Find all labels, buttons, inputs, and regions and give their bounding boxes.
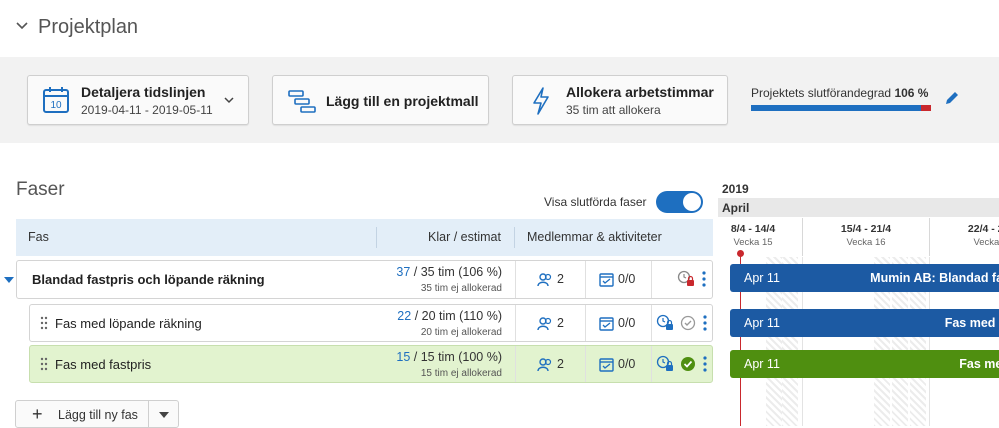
gantt-bar[interactable]: Apr 11 Mumin AB: Blandad fas <box>730 264 999 292</box>
completion-overrun <box>921 105 931 111</box>
phase-done: 37 <box>396 265 411 279</box>
show-completed-label: Visa slutförda faser <box>544 195 647 209</box>
page-header: Projektplan <box>0 0 999 57</box>
phase-name: Fas med fastpris <box>55 357 152 372</box>
phase-unallocated: 15 tim ej allokerad <box>420 368 502 379</box>
phase-estimate: / 20 tim (110 %) <box>414 309 502 323</box>
timeline-button[interactable]: 10 Detaljera tidslinjen 2019-04-11 - 201… <box>27 75 249 125</box>
activities-count: 0/0 <box>618 272 636 286</box>
add-template-button[interactable]: Lägg till en projektmall <box>272 75 489 125</box>
phases-title: Faser <box>16 179 65 200</box>
show-completed-toggle[interactable] <box>656 191 703 213</box>
phase-estimate: / 15 tim (100 %) <box>413 350 502 364</box>
completion-value: 106 % <box>894 86 929 100</box>
activities-calendar-icon <box>599 273 614 287</box>
calendar-icon: 10 <box>43 87 69 113</box>
phase-done: 15 <box>396 350 411 364</box>
locked-clock-icon[interactable] <box>656 355 674 373</box>
gantt-template-icon <box>288 90 316 113</box>
gantt-bar[interactable]: Apr 11 Fas med lö <box>730 309 999 337</box>
chevron-down-icon[interactable] <box>14 18 30 34</box>
pencil-icon[interactable] <box>944 90 960 106</box>
chevron-down-icon <box>224 97 234 104</box>
activities-count: 0/0 <box>618 357 636 371</box>
gantt-chart: 2019 April 8/4 - 14/4 Vecka 15 15/4 - 21… <box>718 178 999 426</box>
add-template-label: Lägg till en projektmall <box>326 93 479 109</box>
toggle-knob <box>683 193 701 211</box>
gantt-week: 15/4 - 21/4 Vecka 16 <box>803 218 930 256</box>
check-circle-filled-icon[interactable] <box>680 356 696 372</box>
gantt-year: 2019 <box>722 182 749 196</box>
svg-text:10: 10 <box>50 100 62 111</box>
plus-icon: + <box>32 404 43 424</box>
members-icon <box>537 317 552 331</box>
col-members: Medlemmar & aktiviteter <box>527 230 662 244</box>
allocate-hours-button[interactable]: Allokera arbetstimmar 35 tim att alloker… <box>512 75 728 125</box>
phases-table-header: Fas Klar / estimat Medlemmar & aktivitet… <box>16 219 713 256</box>
gantt-week: 22/4 - 28/4 Vecka 17 <box>930 218 999 256</box>
more-menu-icon[interactable] <box>701 270 707 288</box>
lightning-icon <box>533 87 549 115</box>
members-count: 2 <box>557 357 564 371</box>
members-icon <box>537 358 552 372</box>
locked-clock-icon[interactable] <box>656 314 674 332</box>
activities-count: 0/0 <box>618 316 636 330</box>
drag-handle-icon[interactable] <box>40 316 48 330</box>
gantt-week: 8/4 - 14/4 Vecka 15 <box>718 218 803 256</box>
completion-label: Projektets slutförandegrad <box>751 86 892 100</box>
completion-progress: Projektets slutförandegrad 106 % <box>751 86 951 111</box>
allocate-sub: 35 tim att allokera <box>566 103 661 117</box>
add-phase-label: Lägg till ny fas <box>58 408 138 422</box>
timeline-label: Detaljera tidslinjen <box>81 84 206 100</box>
activities-calendar-icon <box>599 358 614 372</box>
gantt-bar[interactable]: Apr 11 Fas med <box>730 350 999 378</box>
col-done-estimate: Klar / estimat <box>428 230 501 244</box>
drag-handle-icon[interactable] <box>40 357 48 371</box>
completion-bar <box>751 105 931 111</box>
phase-name: Blandad fastpris och löpande räkning <box>32 272 265 287</box>
phase-row[interactable]: Fas med löpande räkning 22 / 20 tim (110… <box>29 304 713 342</box>
dropdown-caret-icon[interactable] <box>159 412 169 418</box>
add-phase-button[interactable]: + Lägg till ny fas <box>15 400 179 428</box>
activities-calendar-icon <box>599 317 614 331</box>
check-circle-icon[interactable] <box>680 315 696 331</box>
members-icon <box>537 273 552 287</box>
phase-unallocated: 20 tim ej allokerad <box>420 327 502 338</box>
more-menu-icon[interactable] <box>702 314 708 332</box>
members-count: 2 <box>557 272 564 286</box>
gantt-month: April <box>718 198 999 217</box>
today-marker <box>737 250 744 257</box>
members-count: 2 <box>557 316 564 330</box>
phase-unallocated: 35 tim ej allokerad <box>420 283 502 294</box>
page-title: Projektplan <box>38 16 139 38</box>
phase-estimate: / 35 tim (106 %) <box>413 265 502 279</box>
phase-row[interactable]: Fas med fastpris 15 / 15 tim (100 %) 15 … <box>29 345 713 383</box>
allocate-label: Allokera arbetstimmar <box>566 84 714 100</box>
col-phase: Fas <box>28 230 49 244</box>
locked-clock-icon[interactable] <box>677 270 695 288</box>
phase-row[interactable]: Blandad fastpris och löpande räkning 37 … <box>16 260 713 299</box>
more-menu-icon[interactable] <box>702 355 708 373</box>
phase-name: Fas med löpande räkning <box>55 316 202 331</box>
expand-triangle-icon[interactable] <box>4 276 14 284</box>
phase-done: 22 <box>397 309 412 323</box>
timeline-range: 2019-04-11 - 2019-05-11 <box>81 103 213 117</box>
